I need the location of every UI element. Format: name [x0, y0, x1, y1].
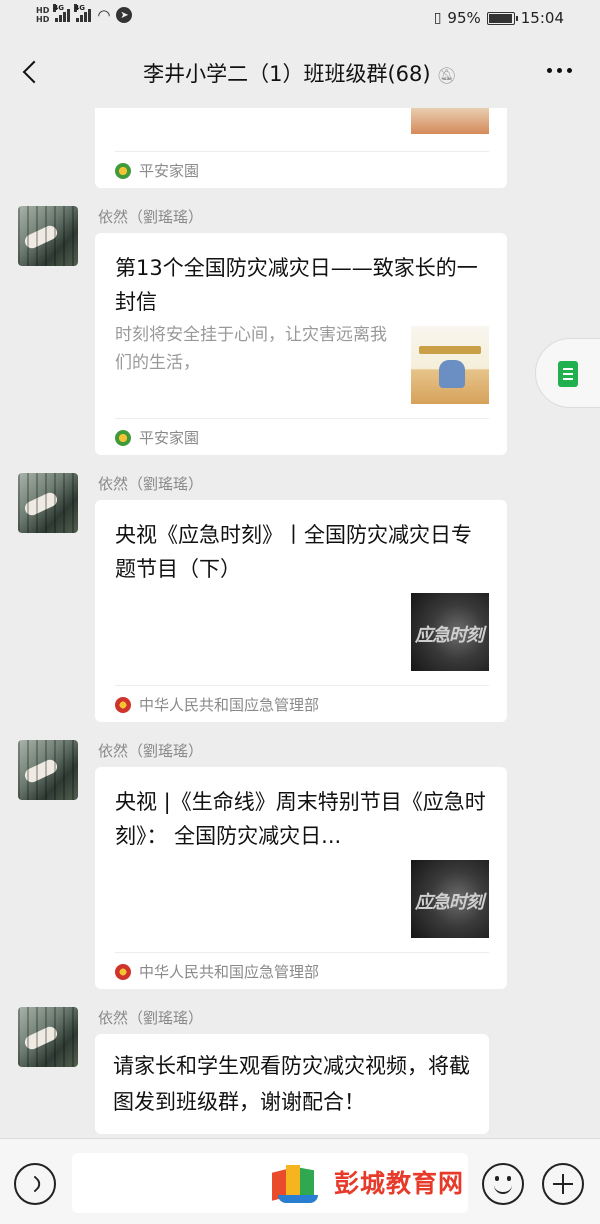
chat-header: 李井小学二（1）班班级群(68) 🔕︎ — [0, 38, 600, 108]
source-logo-icon — [115, 162, 131, 179]
emoji-button[interactable] — [482, 1163, 524, 1205]
battery-icon — [486, 11, 518, 25]
location-icon: ➤ — [116, 7, 133, 23]
vibrate-icon: ▯ — [433, 10, 442, 26]
avatar[interactable] — [18, 206, 78, 266]
mute-bell-icon: 🔕︎ — [436, 66, 457, 85]
voice-input-button[interactable] — [14, 1163, 56, 1205]
network-label-2: 4G — [74, 4, 85, 12]
card-divider — [115, 685, 489, 686]
avatar[interactable] — [18, 1007, 78, 1067]
sender-name: 依然（劉瑤瑤） — [98, 742, 204, 760]
wifi-icon: ◠ — [97, 6, 111, 24]
card-source-name: 平安家園 — [139, 162, 200, 180]
sender-name: 依然（劉瑤瑤） — [98, 208, 204, 226]
card-description: 时刻将安全挂于心间，让灾害远离我们的生活， — [115, 325, 387, 373]
card-divider — [115, 151, 489, 152]
link-card-partial[interactable]: 平安家園 — [95, 108, 507, 188]
watermark-text: 彭城教育网 — [334, 1169, 465, 1198]
status-right: ▯ 95% 15:04 — [434, 9, 564, 27]
card-source: 平安家園 — [115, 160, 199, 181]
network-label-1: 4G — [53, 4, 64, 12]
message-input[interactable]: 彭城教育网 — [72, 1153, 468, 1213]
source-logo-icon — [115, 429, 131, 446]
signal-icon: 4G — [53, 4, 71, 22]
book-logo-icon — [268, 1159, 324, 1205]
thumbnail-text: 应急时刻 — [415, 625, 484, 646]
chat-title-wrap: 李井小学二（1）班班级群(68) 🔕︎ — [0, 58, 600, 88]
card-title: 央视 |《生命线》周末特别节目《应急时刻》： 全国防灾减灾日... — [115, 790, 486, 848]
signal-icon-2: 4G — [74, 4, 92, 22]
status-left: HD HD 4G 4G ◠ ➤ — [36, 4, 133, 24]
more-icon[interactable] — [547, 68, 572, 73]
hd-indicators: HD HD — [36, 6, 49, 24]
thumbnail-text: 应急时刻 — [415, 892, 484, 913]
card-title: 第13个全国防灾减灾日——致家长的一封信 — [115, 256, 478, 314]
emblem-icon — [115, 963, 131, 980]
status-bar: HD HD 4G 4G ◠ ➤ ▯ 95% 15:04 — [0, 0, 600, 38]
input-bar: 彭城教育网 — [0, 1138, 600, 1224]
text-message-bubble[interactable]: 请家长和学生观看防灾减灾视频，将截图发到班级群，谢谢配合！ — [95, 1034, 489, 1134]
card-thumbnail — [411, 108, 489, 134]
avatar[interactable] — [18, 740, 78, 800]
watermark-logo: 彭城教育网 — [268, 1159, 464, 1205]
link-card[interactable]: 央视《应急时刻》丨全国防灾减灾日专题节目（下） 应急时刻 中华人民共和国应急管理… — [95, 500, 507, 722]
hd-label-2: HD — [36, 15, 50, 24]
card-divider — [115, 418, 489, 419]
emblem-icon — [115, 696, 131, 713]
floating-window-tab[interactable] — [535, 338, 600, 408]
card-source-name: 平安家園 — [139, 429, 200, 447]
chat-title: 李井小学二（1）班班级群(68) — [143, 62, 431, 86]
sender-name: 依然（劉瑤瑤） — [98, 1009, 204, 1027]
more-functions-button[interactable] — [542, 1163, 584, 1205]
card-source: 中华人民共和国应急管理部 — [115, 961, 319, 982]
card-thumbnail: 应急时刻 — [411, 593, 489, 671]
card-thumbnail — [411, 326, 489, 404]
battery-percent: 95% — [447, 9, 481, 27]
document-icon — [558, 361, 578, 387]
sender-name: 依然（劉瑤瑤） — [98, 475, 204, 493]
card-title: 央视《应急时刻》丨全国防灾减灾日专题节目（下） — [115, 523, 472, 581]
card-thumbnail: 应急时刻 — [411, 860, 489, 938]
card-source-name: 中华人民共和国应急管理部 — [139, 963, 320, 981]
card-source: 平安家園 — [115, 427, 199, 448]
clock: 15:04 — [520, 9, 564, 27]
link-card[interactable]: 第13个全国防灾减灾日——致家长的一封信 时刻将安全挂于心间，让灾害远离我们的生… — [95, 233, 507, 455]
card-source: 中华人民共和国应急管理部 — [115, 694, 319, 715]
hd-label-1: HD — [36, 6, 50, 15]
link-card[interactable]: 央视 |《生命线》周末特别节目《应急时刻》： 全国防灾减灾日... 应急时刻 中… — [95, 767, 507, 989]
avatar[interactable] — [18, 473, 78, 533]
card-divider — [115, 952, 489, 953]
card-source-name: 中华人民共和国应急管理部 — [139, 696, 320, 714]
chat-area[interactable]: 平安家園 依然（劉瑤瑤） 第13个全国防灾减灾日——致家长的一封信 时刻将安全挂… — [0, 108, 600, 1138]
